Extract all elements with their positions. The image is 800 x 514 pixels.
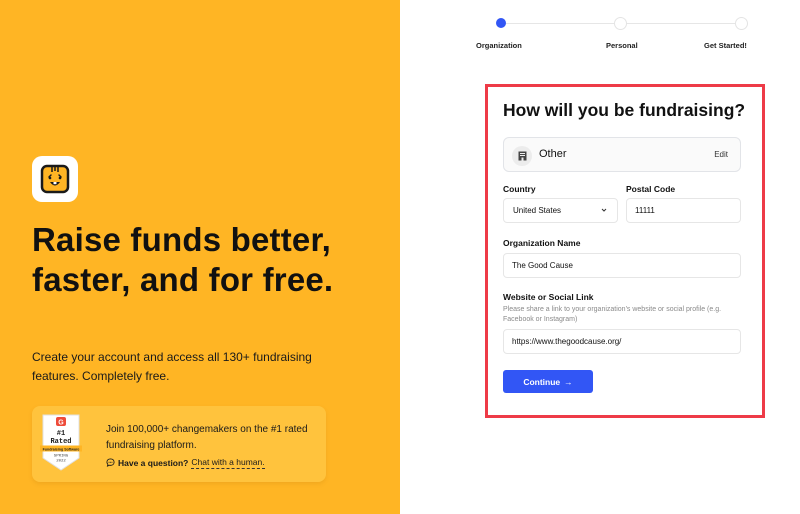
marketing-panel: Raise funds better, faster, and for free… xyxy=(0,0,400,514)
chat-bubble-icon xyxy=(106,458,115,467)
chevron-down-icon xyxy=(601,208,607,212)
postal-code-input[interactable]: 11111 xyxy=(626,198,741,223)
step-dot-get-started xyxy=(735,17,748,30)
type-icon-wrapper xyxy=(512,146,532,166)
g2-badge-icon: G #1 Rated Fundraising Software SPRING 2… xyxy=(40,414,82,471)
step-label-personal: Personal xyxy=(606,41,638,50)
website-value: https://www.thegoodcause.org/ xyxy=(512,337,622,346)
svg-text:Rated: Rated xyxy=(50,438,71,446)
continue-label: Continue xyxy=(523,376,561,387)
g2-rating-badge: G #1 Rated Fundraising Software SPRING 2… xyxy=(40,414,82,472)
fundraising-type-value: Other xyxy=(539,148,567,160)
arrow-right-icon: → xyxy=(564,376,573,387)
hero-title: Raise funds better, faster, and for free… xyxy=(32,221,334,298)
svg-text:Fundraising Software: Fundraising Software xyxy=(43,447,80,451)
organization-name-input[interactable]: The Good Cause xyxy=(503,253,741,278)
hero-subtitle: Create your account and access all 130+ … xyxy=(32,350,312,383)
svg-text:#1: #1 xyxy=(57,430,65,438)
fundraising-type-selector[interactable]: Other Edit xyxy=(503,137,741,172)
help-row: Have a question? Chat with a human. xyxy=(106,456,265,469)
postal-code-label: Postal Code xyxy=(626,184,676,194)
website-help-text: Please share a link to your organization… xyxy=(503,306,722,323)
smiley-face-logo-icon xyxy=(40,164,70,194)
country-select[interactable]: United States xyxy=(503,198,618,223)
progress-stepper: Organization Personal Get Started! xyxy=(476,16,768,56)
svg-text:SPRING: SPRING xyxy=(54,455,69,459)
postal-code-value: 11111 xyxy=(635,206,655,215)
step-dot-personal xyxy=(614,17,627,30)
organization-name-value: The Good Cause xyxy=(512,261,573,270)
continue-button[interactable]: Continue → xyxy=(503,370,593,393)
form-title: How will you be fundraising? xyxy=(503,100,746,120)
building-icon xyxy=(518,151,526,161)
promo-text: Join 100,000+ changemakers on the #1 rat… xyxy=(106,424,308,451)
organization-name-label: Organization Name xyxy=(503,238,581,248)
chat-with-human-link[interactable]: Chat with a human. xyxy=(191,456,265,469)
social-proof-card: G #1 Rated Fundraising Software SPRING 2… xyxy=(32,406,326,482)
step-connector xyxy=(627,23,739,24)
app-logo xyxy=(32,156,78,202)
country-value: United States xyxy=(513,206,562,215)
country-label: Country xyxy=(503,184,536,194)
step-connector xyxy=(505,23,621,24)
svg-text:G: G xyxy=(58,420,64,427)
organization-form-card: How will you be fundraising? Other Edit … xyxy=(485,84,765,418)
website-label: Website or Social Link xyxy=(503,292,594,302)
step-dot-organization xyxy=(496,18,506,28)
step-label-organization: Organization xyxy=(476,41,522,50)
step-label-get-started: Get Started! xyxy=(704,41,747,50)
svg-text:2022: 2022 xyxy=(56,460,66,464)
question-label: Have a question? xyxy=(118,457,189,468)
edit-type-button[interactable]: Edit xyxy=(714,150,728,159)
website-input[interactable]: https://www.thegoodcause.org/ xyxy=(503,329,741,354)
